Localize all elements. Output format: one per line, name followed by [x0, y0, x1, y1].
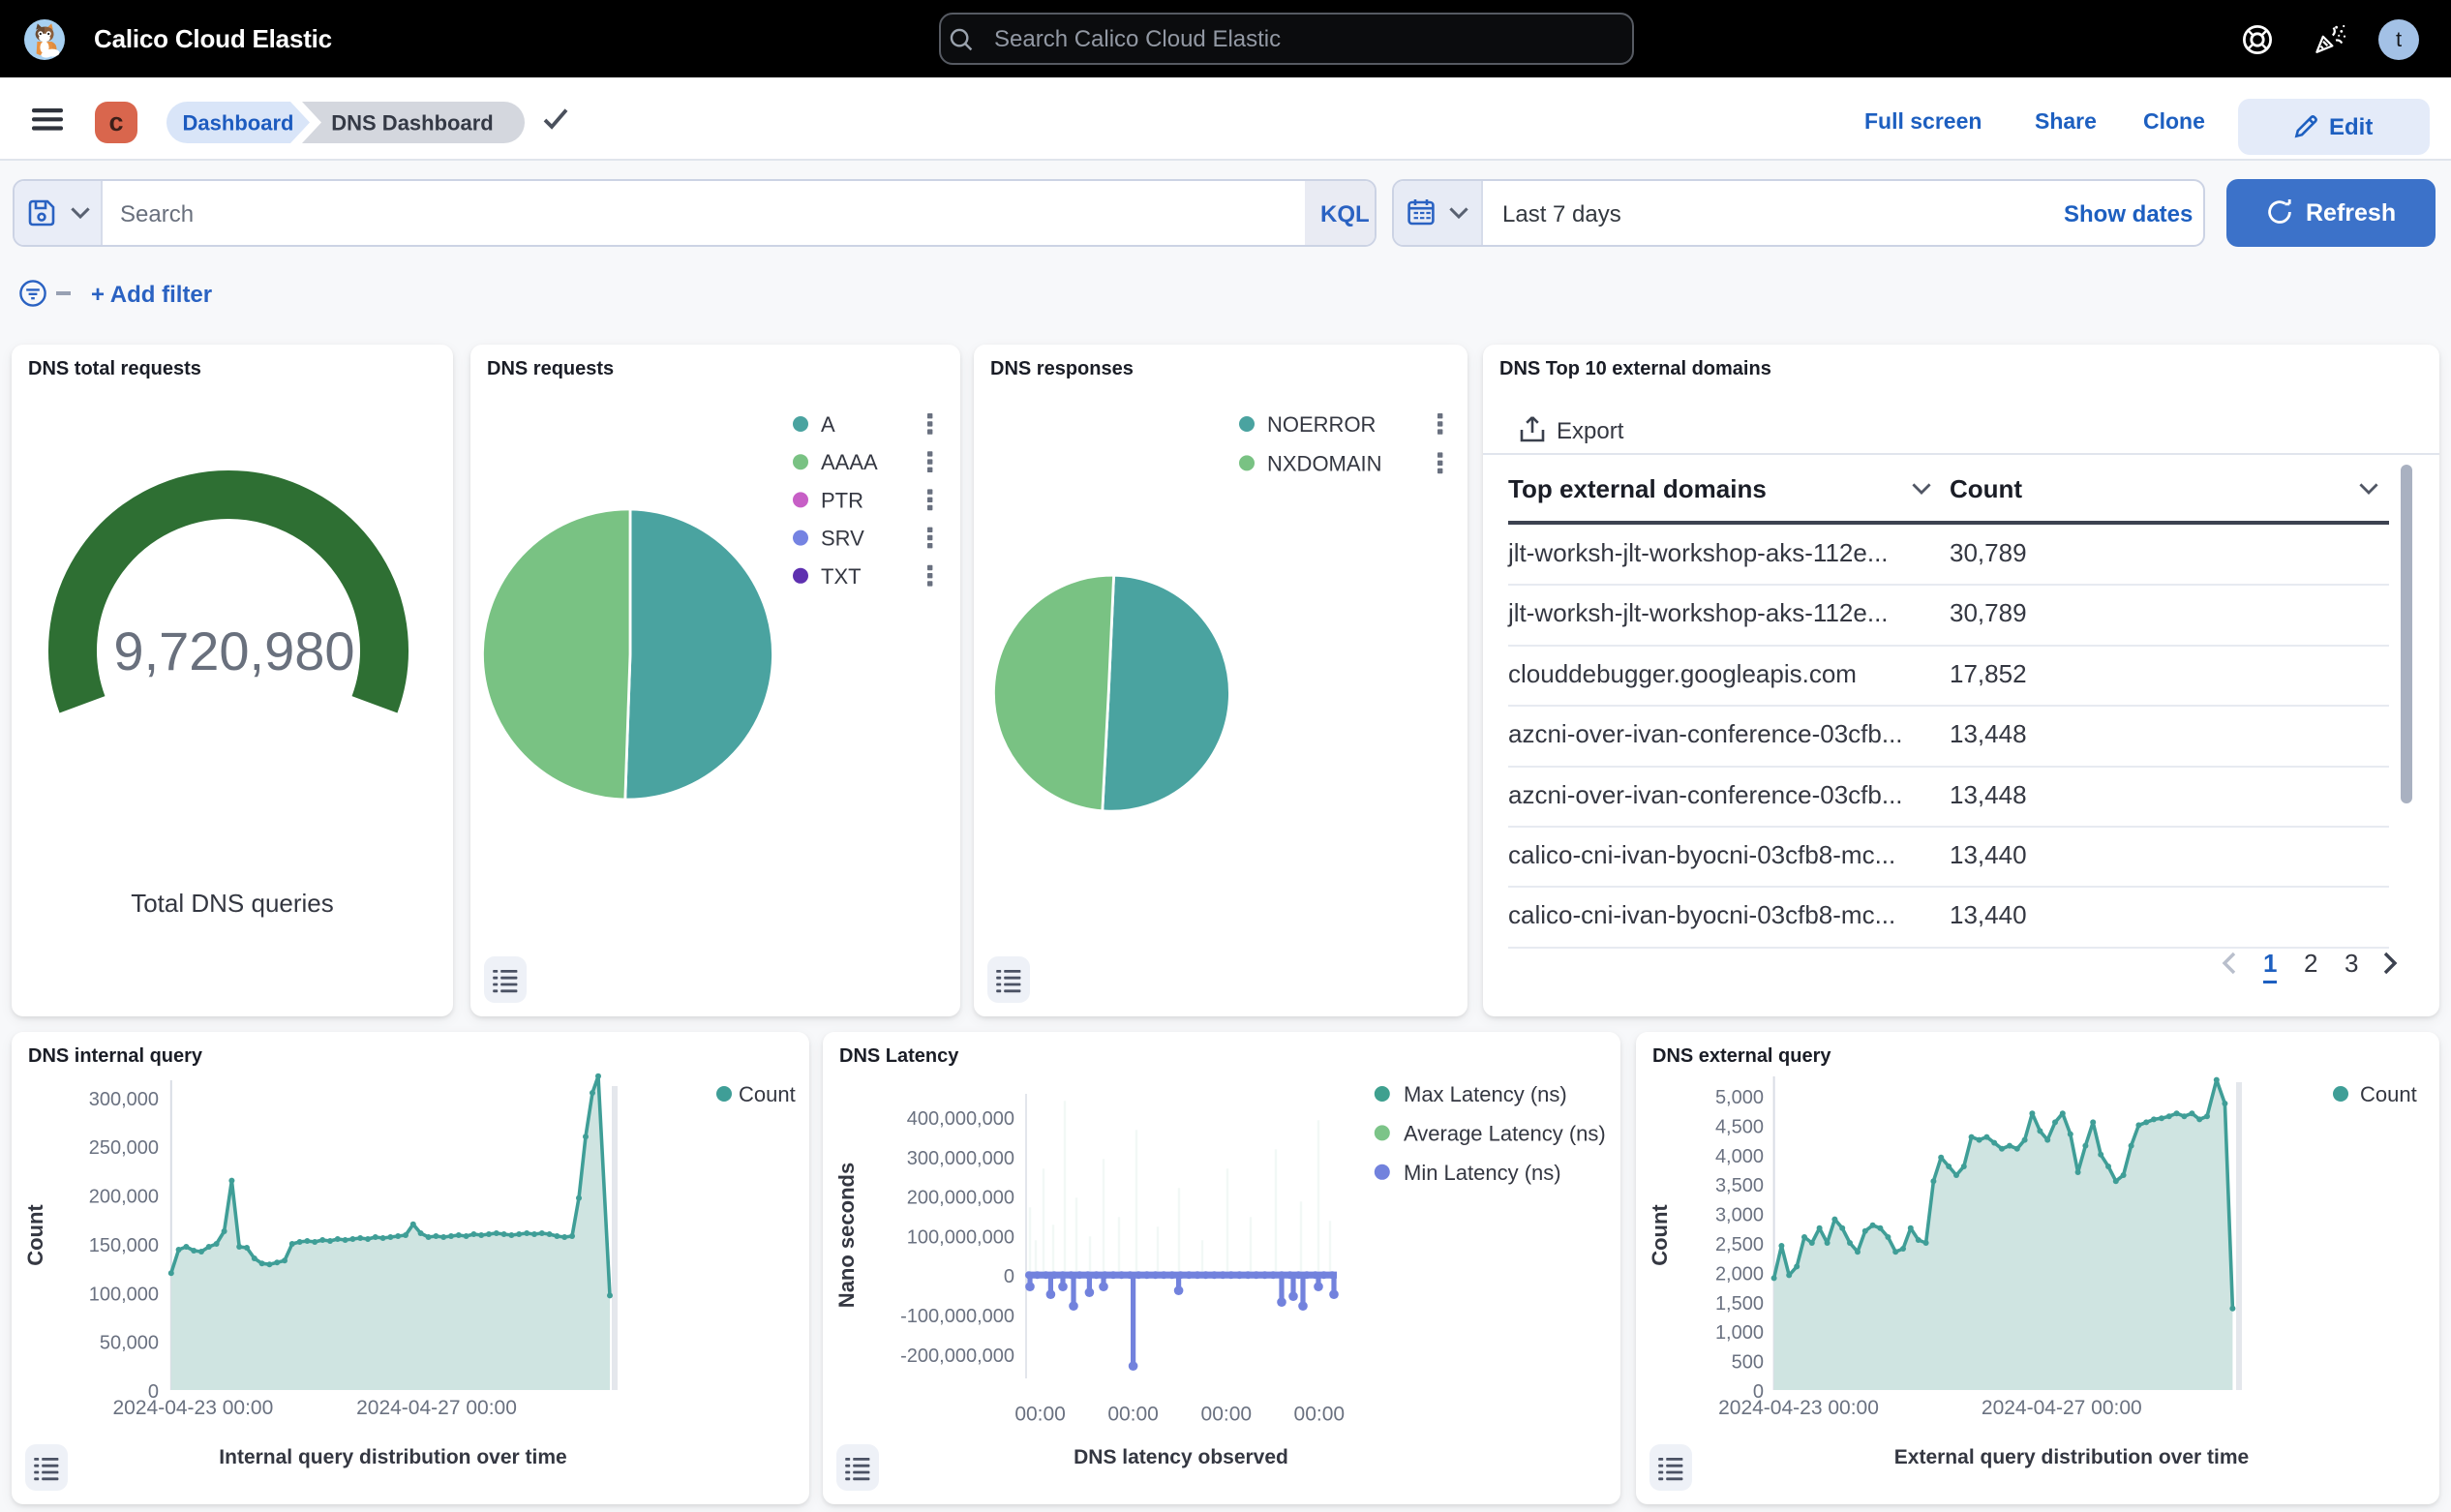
- svg-text:Min Latency (ns): Min Latency (ns): [1404, 1161, 1561, 1185]
- svg-text:DNS latency observed: DNS latency observed: [1074, 1446, 1288, 1468]
- svg-text:-100,000,000: -100,000,000: [900, 1306, 1014, 1327]
- svg-text:Dashboard: Dashboard: [183, 111, 294, 136]
- svg-text:SRV: SRV: [821, 527, 864, 551]
- svg-text:200,000,000: 200,000,000: [907, 1188, 1014, 1209]
- svg-text:2024-04-27 00:00: 2024-04-27 00:00: [1982, 1397, 2142, 1419]
- svg-text:250,000: 250,000: [89, 1137, 159, 1159]
- svg-text:50,000: 50,000: [100, 1333, 159, 1354]
- svg-text:2,500: 2,500: [1715, 1234, 1764, 1255]
- svg-text:2024-04-23 00:00: 2024-04-23 00:00: [1718, 1397, 1879, 1419]
- svg-text:00:00: 00:00: [1201, 1403, 1253, 1425]
- svg-text:00:00: 00:00: [1294, 1403, 1346, 1425]
- svg-text:AAAA: AAAA: [821, 450, 878, 474]
- svg-text:1,000: 1,000: [1715, 1322, 1764, 1344]
- svg-text:100,000,000: 100,000,000: [907, 1226, 1014, 1248]
- svg-text:TXT: TXT: [821, 564, 862, 589]
- svg-text:Count: Count: [1648, 1204, 1672, 1266]
- svg-text:Total DNS queries: Total DNS queries: [131, 889, 334, 918]
- svg-text:200,000: 200,000: [89, 1187, 159, 1208]
- svg-text:Average Latency (ns): Average Latency (ns): [1404, 1121, 1606, 1145]
- svg-text:Nano seconds: Nano seconds: [834, 1163, 859, 1308]
- svg-text:00:00: 00:00: [1107, 1403, 1159, 1425]
- svg-text:100,000: 100,000: [89, 1284, 159, 1305]
- svg-text:Internal query distribution ov: Internal query distribution over time: [219, 1446, 566, 1468]
- svg-text:Max Latency (ns): Max Latency (ns): [1404, 1082, 1567, 1106]
- svg-text:-200,000,000: -200,000,000: [900, 1346, 1014, 1367]
- svg-text:PTR: PTR: [821, 488, 863, 512]
- svg-text:3,500: 3,500: [1715, 1175, 1764, 1196]
- svg-text:4,000: 4,000: [1715, 1146, 1764, 1167]
- svg-text:External query distribution ov: External query distribution over time: [1894, 1446, 2249, 1468]
- svg-text:A: A: [821, 412, 835, 437]
- svg-text:Count: Count: [739, 1082, 796, 1106]
- svg-text:9,720,980: 9,720,980: [113, 620, 354, 681]
- svg-text:NOERROR: NOERROR: [1267, 412, 1376, 437]
- svg-text:Count: Count: [23, 1204, 47, 1266]
- svg-text:400,000,000: 400,000,000: [907, 1108, 1014, 1130]
- svg-text:2024-04-23 00:00: 2024-04-23 00:00: [112, 1397, 273, 1419]
- svg-text:300,000: 300,000: [89, 1089, 159, 1110]
- svg-text:300,000,000: 300,000,000: [907, 1148, 1014, 1169]
- svg-text:150,000: 150,000: [89, 1235, 159, 1256]
- svg-text:5,000: 5,000: [1715, 1087, 1764, 1108]
- svg-text:500: 500: [1732, 1352, 1764, 1374]
- svg-text:2,000: 2,000: [1715, 1263, 1764, 1285]
- svg-text:2024-04-27 00:00: 2024-04-27 00:00: [356, 1397, 517, 1419]
- svg-text:00:00: 00:00: [1014, 1403, 1066, 1425]
- svg-text:Count: Count: [2360, 1082, 2417, 1106]
- svg-text:NXDOMAIN: NXDOMAIN: [1267, 451, 1382, 475]
- svg-text:1,500: 1,500: [1715, 1293, 1764, 1315]
- svg-text:3,000: 3,000: [1715, 1205, 1764, 1226]
- svg-text:DNS Dashboard: DNS Dashboard: [331, 111, 493, 136]
- svg-text:4,500: 4,500: [1715, 1116, 1764, 1137]
- svg-text:0: 0: [1004, 1266, 1014, 1287]
